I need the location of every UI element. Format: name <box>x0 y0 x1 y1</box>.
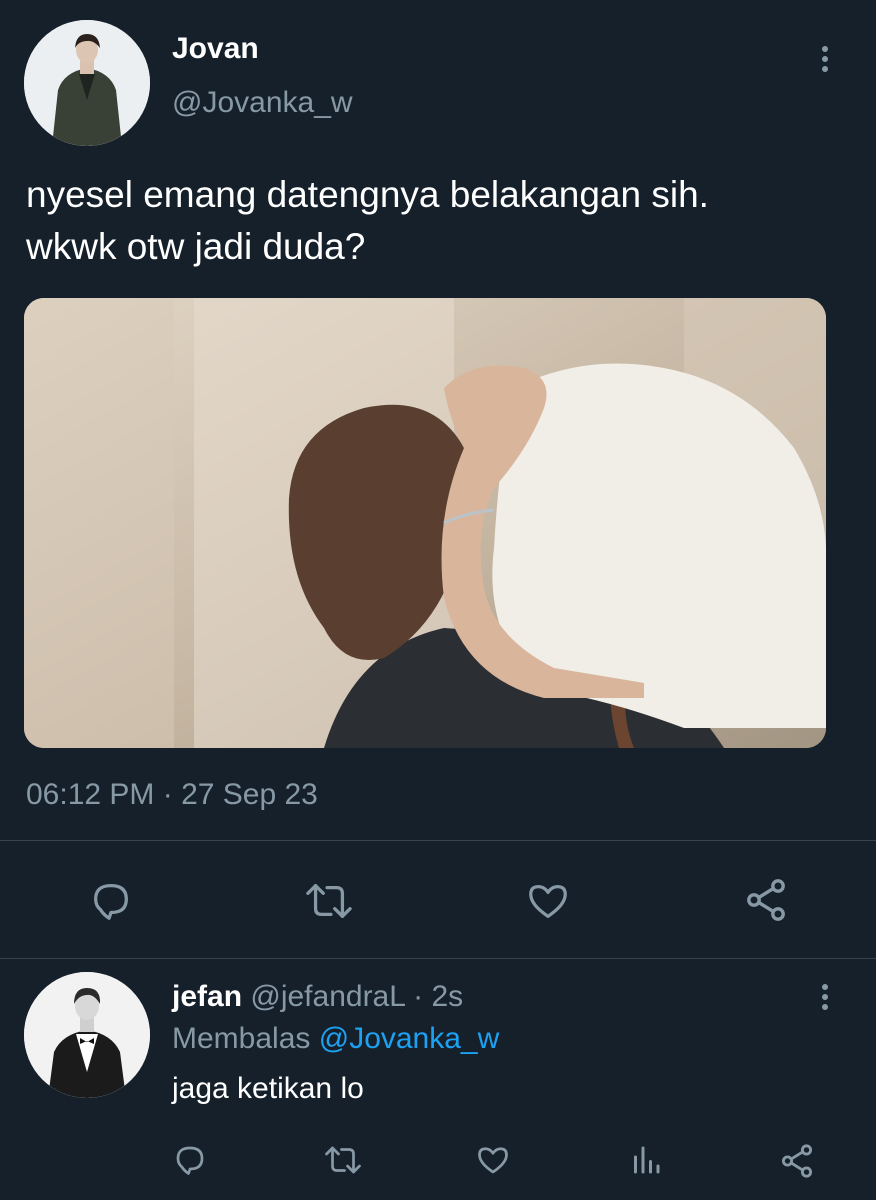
tweet-media-image[interactable] <box>24 298 826 748</box>
tweet-text-line-1: nyesel emang datengnya belakangan sih. <box>26 174 709 215</box>
reply-text: jaga ketikan lo <box>172 1072 364 1105</box>
tweet-text-line-2: wkwk otw jadi duda? <box>26 226 366 267</box>
reply-author-name[interactable]: jefan <box>172 980 242 1013</box>
reply-header: jefan @jefandraL · 2s <box>172 980 463 1014</box>
divider <box>0 958 876 959</box>
share-icon[interactable] <box>742 876 790 924</box>
tweet-timestamp[interactable]: 06:12 PM · 27 Sep 23 <box>26 778 318 812</box>
reply-reply-icon[interactable] <box>172 1142 208 1178</box>
reply-author-handle[interactable]: @jefandraL <box>250 980 404 1013</box>
replying-prefix: Membalas <box>172 1022 311 1055</box>
reply-more-options-icon[interactable] <box>820 984 830 1014</box>
reply-retweet-icon[interactable] <box>322 1142 364 1178</box>
divider <box>0 840 876 841</box>
reply-like-icon[interactable] <box>474 1142 512 1178</box>
replying-to-handle[interactable]: @Jovanka_w <box>319 1022 500 1055</box>
reply-icon[interactable] <box>88 878 134 924</box>
retweet-icon[interactable] <box>302 878 356 924</box>
author-name[interactable]: Jovan <box>172 32 259 66</box>
more-options-icon[interactable] <box>820 46 830 76</box>
reply-share-icon[interactable] <box>778 1142 816 1180</box>
reply-author-avatar[interactable] <box>24 972 150 1098</box>
like-icon[interactable] <box>524 878 572 924</box>
replying-to: Membalas @Jovanka_w <box>172 1022 499 1056</box>
author-handle[interactable]: @Jovanka_w <box>172 86 353 120</box>
reply-time: · 2s <box>413 980 464 1013</box>
reply-analytics-icon[interactable] <box>628 1142 664 1178</box>
author-avatar[interactable] <box>24 20 150 146</box>
